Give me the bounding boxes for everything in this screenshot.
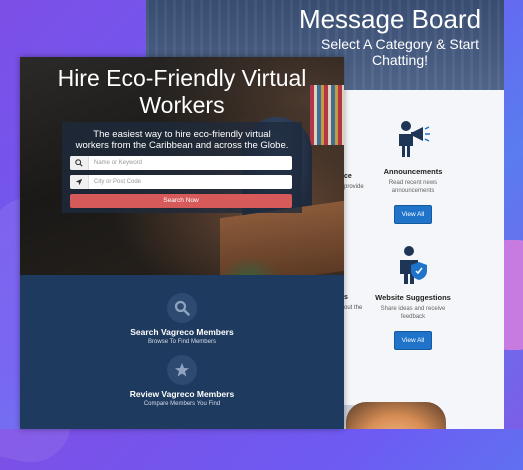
- category-desc-fragment: provide: [344, 184, 364, 190]
- hero-title: Hire Eco-Friendly Virtual Workers: [20, 65, 344, 119]
- category-description: Read recent news announcements: [368, 179, 458, 195]
- location-placeholder: City or Post Code: [94, 179, 142, 185]
- feature-search-members[interactable]: Search Vagreco Members Browse To Find Me…: [20, 293, 344, 345]
- category-announcements: Announcements Read recent news announcem…: [368, 118, 458, 224]
- category-title-fragment: ce: [344, 173, 352, 180]
- category-website-suggestions: Website Suggestions Share ideas and rece…: [368, 244, 458, 350]
- category-title: Announcements: [383, 167, 443, 176]
- board-title: Message Board: [298, 4, 482, 34]
- tagline-line: workers from the Caribbean and across th…: [75, 140, 289, 151]
- search-now-button[interactable]: Search Now: [70, 194, 292, 208]
- keyword-placeholder: Name or Keyword: [94, 160, 143, 166]
- category-description-line: Share ideas and receive: [380, 306, 446, 312]
- feature-subtitle: Browse To Find Members: [148, 339, 216, 345]
- category-description-line: announcements: [391, 188, 435, 194]
- footer-image: [346, 402, 446, 429]
- category-title-fragment: s: [344, 294, 348, 301]
- category-title: Website Suggestions: [375, 293, 451, 302]
- feature-title: Review Vagreco Members: [129, 389, 235, 399]
- hero-title-line: Workers: [139, 92, 225, 118]
- board-subtitle: Select A Category & Start Chatting!: [321, 36, 479, 68]
- features-section: Search Vagreco Members Browse To Find Me…: [20, 275, 344, 429]
- search-icon: [70, 156, 89, 170]
- category-description: Share ideas and receive feedback: [368, 305, 458, 321]
- keyword-field[interactable]: Name or Keyword: [70, 156, 292, 170]
- location-arrow-icon: [70, 175, 89, 189]
- category-desc-fragment: out the: [344, 305, 363, 311]
- hero-section: Hire Eco-Friendly Virtual Workers The ea…: [20, 57, 344, 297]
- feature-title: Search Vagreco Members: [130, 327, 234, 337]
- hire-panel: Hire Eco-Friendly Virtual Workers The ea…: [20, 57, 344, 429]
- search-box: The easiest way to hire eco-friendly vir…: [62, 122, 302, 213]
- hero-title-line: Hire Eco-Friendly Virtual: [57, 65, 307, 91]
- feature-review-members[interactable]: Review Vagreco Members Compare Members Y…: [20, 355, 344, 407]
- feature-subtitle: Compare Members You Find: [143, 401, 221, 407]
- search-tagline: The easiest way to hire eco-friendly vir…: [62, 129, 302, 151]
- category-description-line: feedback: [400, 314, 426, 320]
- tagline-line: The easiest way to hire eco-friendly vir…: [93, 129, 271, 140]
- shield-person-icon: [400, 246, 427, 284]
- view-all-suggestions-button[interactable]: View All: [393, 331, 433, 350]
- location-field[interactable]: City or Post Code: [70, 175, 292, 189]
- search-icon: [167, 293, 197, 323]
- megaphone-person-icon: [399, 121, 430, 157]
- star-icon: [167, 355, 197, 385]
- view-all-announcements-button[interactable]: View All: [393, 205, 433, 224]
- category-description-line: Read recent news: [388, 180, 438, 186]
